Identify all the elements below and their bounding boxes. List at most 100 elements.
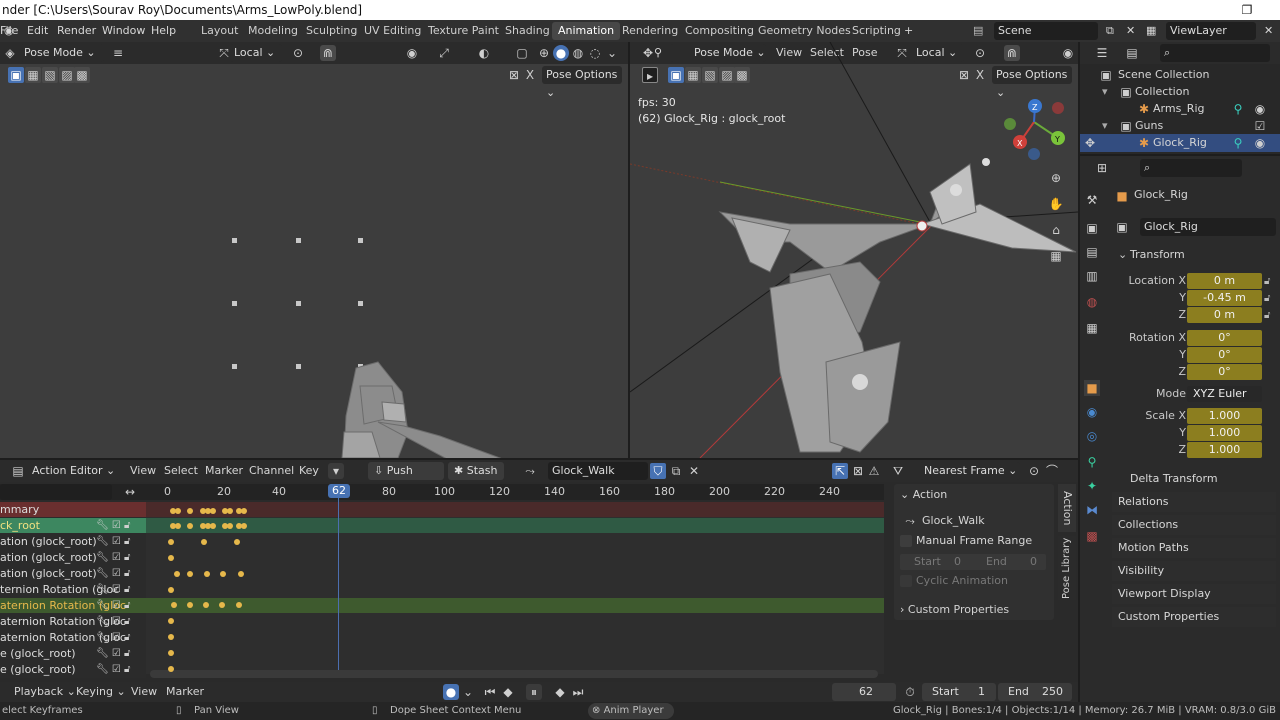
keyframe[interactable]	[168, 634, 174, 640]
start-frame-field[interactable]: Start 1	[922, 683, 996, 701]
physics-tab-icon[interactable]: ◎	[1084, 428, 1100, 444]
keyframe[interactable]	[187, 523, 193, 529]
keyframe[interactable]	[174, 571, 180, 577]
workspace-tab-rendering[interactable]: Rendering	[616, 22, 684, 40]
panel-collections[interactable]: Collections	[1112, 515, 1276, 535]
ae-menu-channel[interactable]: Channel	[249, 462, 294, 480]
proportional-icon[interactable]: ⊙	[1026, 463, 1042, 479]
keyframe[interactable]	[203, 602, 209, 608]
expand-arrow-icon-2[interactable]: ▾	[1102, 117, 1108, 135]
armature-data-tab-icon[interactable]: ⚲	[1084, 454, 1100, 470]
location-z-field[interactable]: 0 m	[1187, 307, 1262, 323]
tl-menu-keying[interactable]: Keying ⌄	[76, 683, 126, 701]
panel-relations[interactable]: Relations	[1112, 492, 1276, 512]
modifier-tab-icon[interactable]: ◉	[1084, 404, 1100, 420]
proportional-falloff-icon[interactable]: ⌒	[1044, 463, 1060, 479]
keyframe[interactable]	[219, 602, 225, 608]
render-tab-icon[interactable]: ▣	[1084, 220, 1100, 236]
viewlayer-selector[interactable]: ViewLayer	[1166, 22, 1256, 40]
jump-prev-key-icon[interactable]: ◆	[500, 684, 516, 700]
output-tab-icon[interactable]: ▤	[1084, 244, 1100, 260]
layer-dropdown-icon[interactable]: ▾	[328, 463, 344, 479]
constraint-tab-icon[interactable]: ⧓	[1084, 502, 1100, 518]
jump-end-icon[interactable]: ⏭	[570, 684, 586, 700]
pan-hand-icon[interactable]: ✋	[1048, 196, 1064, 212]
solid-shading-icon[interactable]: ●	[553, 45, 569, 61]
keyframe[interactable]	[227, 523, 233, 529]
expand-arrow-icon[interactable]: ▾	[1102, 83, 1108, 101]
custom-properties-panel[interactable]: › Custom Properties	[894, 600, 1054, 620]
unlink-action-icon[interactable]: ✕	[686, 463, 702, 479]
outliner-root[interactable]: Scene Collection	[1118, 66, 1209, 84]
dopesheet-editor-icon[interactable]: ▤	[10, 463, 26, 479]
location-y-field[interactable]: -0.45 m	[1187, 290, 1262, 306]
rotation-y-field[interactable]: 0°	[1187, 347, 1262, 363]
menu-help[interactable]: Help	[151, 20, 176, 42]
ae-menu-view[interactable]: View	[130, 462, 156, 480]
keyframe[interactable]	[227, 508, 233, 514]
push-down-button[interactable]: ⇩ Push Down	[368, 462, 444, 495]
action-browse-icon[interactable]: ⤳	[522, 463, 538, 479]
workspace-tab-sculpting[interactable]: Sculpting	[300, 22, 363, 40]
outliner-item-collection[interactable]: Collection	[1135, 83, 1189, 101]
left-pose-options[interactable]: Pose Options ⌄	[542, 66, 622, 99]
keyframe[interactable]	[201, 539, 207, 545]
editor-type-icon[interactable]: ◈	[2, 45, 18, 61]
action-tab[interactable]: Action	[1058, 484, 1076, 532]
workspace-tab-compositing[interactable]: Compositing	[679, 22, 760, 40]
panel-visibility[interactable]: Visibility	[1112, 561, 1276, 581]
transform-expand-icon[interactable]: ⌄	[1118, 246, 1127, 264]
properties-editor-icon[interactable]: ⊞	[1094, 160, 1110, 176]
panel-viewport-display[interactable]: Viewport Display	[1112, 584, 1276, 604]
left-viewport[interactable]: ◈ Pose Mode ⌄ ≡ ⤧ Local ⌄ ⊙ ⋒ ◉ ⤢ ◐ ▢ ⊕ …	[0, 42, 628, 458]
workspace-tab-animation[interactable]: Animation	[552, 22, 621, 40]
keyframe[interactable]	[175, 508, 181, 514]
keyframe[interactable]	[187, 508, 193, 514]
rotation-z-field[interactable]: 0°	[1187, 364, 1262, 380]
show-hidden-icon[interactable]: ⊠	[850, 463, 866, 479]
object-name-field[interactable]: Glock_Rig	[1140, 218, 1276, 236]
channel-summary[interactable]: mmary	[0, 502, 146, 517]
filter-icon[interactable]: ⛛	[890, 463, 906, 479]
stash-button[interactable]: ✱ Stash	[448, 462, 504, 480]
keyframe[interactable]	[187, 571, 193, 577]
pose-data-icon-2[interactable]: ⚲	[1230, 135, 1246, 151]
select-intersect-icon[interactable]: ▩	[74, 67, 90, 83]
channel-toggles[interactable]: 🔧︎ ☑ 🔓︎ 🔧︎ ☑ 🔓︎ 🔧︎ ☑ 🔓︎ 🔧︎ ☑ 🔓︎ 🔧︎ ☑ 🔓︎ 🔧︎ ☑ …	[96, 518, 144, 678]
frame-range-fields[interactable]: Start 0 End 0	[900, 554, 1046, 570]
outliner-item-glock-rig[interactable]: Glock_Rig	[1153, 134, 1207, 152]
keying-dropdown-icon[interactable]: ⌄	[460, 684, 476, 700]
new-scene-icon[interactable]: ⧉	[1106, 20, 1114, 42]
scene-tab-icon[interactable]: ◍	[1084, 294, 1100, 310]
editor-mode-dropdown[interactable]: Action Editor ⌄	[28, 462, 120, 480]
select-invert-icon[interactable]: ▨	[59, 67, 75, 83]
properties-search[interactable]: ⌕	[1140, 159, 1242, 177]
xmirror-icon[interactable]: ⊠	[506, 67, 522, 83]
keyframe[interactable]	[241, 523, 247, 529]
select-box-icon[interactable]: ▣	[8, 67, 24, 83]
ae-menu-key[interactable]: Key	[299, 462, 319, 480]
snap-icon[interactable]: ⋒	[320, 45, 336, 61]
location-x-field[interactable]: 0 m	[1187, 273, 1262, 289]
overlay-icon[interactable]: ◐	[476, 45, 492, 61]
current-frame-field[interactable]: 62	[832, 683, 896, 701]
keyframe[interactable]	[234, 539, 240, 545]
keyframe[interactable]	[187, 602, 193, 608]
menu-file[interactable]: File	[0, 20, 18, 42]
delete-viewlayer-icon[interactable]: ✕	[1264, 20, 1273, 42]
rotation-mode-dropdown[interactable]: XYZ Euler	[1187, 386, 1262, 402]
keyframe[interactable]	[171, 602, 177, 608]
new-action-icon[interactable]: ⧉	[668, 463, 684, 479]
select-extend-icon[interactable]: ▦	[25, 67, 41, 83]
menu-edit[interactable]: Edit	[27, 20, 48, 42]
material-shading-icon[interactable]: ◍	[570, 45, 586, 61]
eye-icon[interactable]: ◉	[1252, 101, 1268, 117]
tl-menu-playback[interactable]: Playback ⌄	[14, 683, 76, 701]
snap-mode-dropdown[interactable]: Nearest Frame ⌄	[920, 462, 1020, 480]
action-name-field[interactable]: Glock_Walk	[548, 462, 648, 480]
tl-menu-view[interactable]: View	[131, 683, 157, 701]
visibility-icon[interactable]: ◉	[404, 45, 420, 61]
bone-tab-icon[interactable]: ✦	[1084, 478, 1100, 494]
checkbox-icon[interactable]: ☑	[1252, 118, 1268, 134]
keyframe[interactable]	[241, 508, 247, 514]
